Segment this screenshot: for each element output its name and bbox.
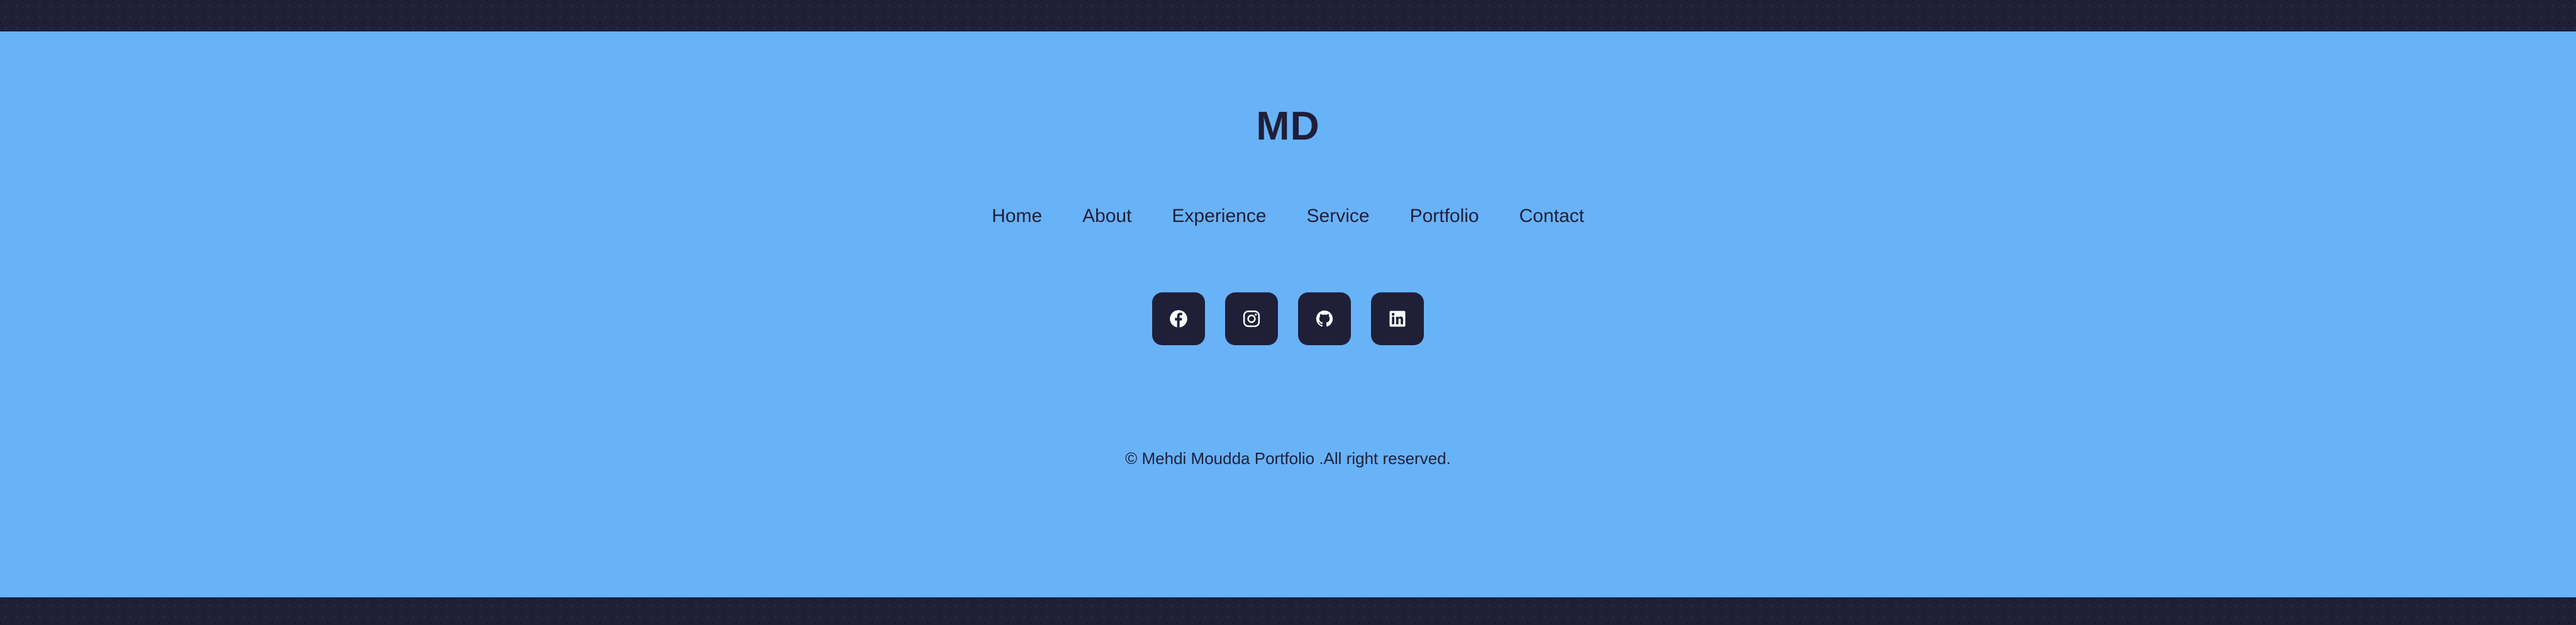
nav-link-contact[interactable]: Contact — [1519, 204, 1584, 229]
linkedin-button[interactable] — [1371, 292, 1424, 345]
nav-link-experience[interactable]: Experience — [1172, 204, 1266, 229]
facebook-button[interactable] — [1152, 292, 1205, 345]
logo[interactable]: MD — [0, 102, 2576, 150]
nav-link-portfolio[interactable]: Portfolio — [1410, 204, 1479, 229]
github-button[interactable] — [1298, 292, 1351, 345]
social-links — [0, 292, 2576, 345]
nav-link-home[interactable]: Home — [992, 204, 1042, 229]
nav-link-service[interactable]: Service — [1307, 204, 1370, 229]
linkedin-icon — [1389, 311, 1406, 327]
facebook-icon — [1170, 310, 1187, 328]
nav-link-about[interactable]: About — [1082, 204, 1131, 229]
footer-nav: Home About Experience Service Portfolio … — [0, 204, 2576, 229]
instagram-button[interactable] — [1225, 292, 1278, 345]
github-icon — [1316, 310, 1333, 327]
instagram-icon — [1243, 310, 1260, 328]
footer: MD Home About Experience Service Portfol… — [0, 31, 2576, 597]
copyright-text: © Mehdi Moudda Portfolio .All right rese… — [1125, 449, 1451, 468]
